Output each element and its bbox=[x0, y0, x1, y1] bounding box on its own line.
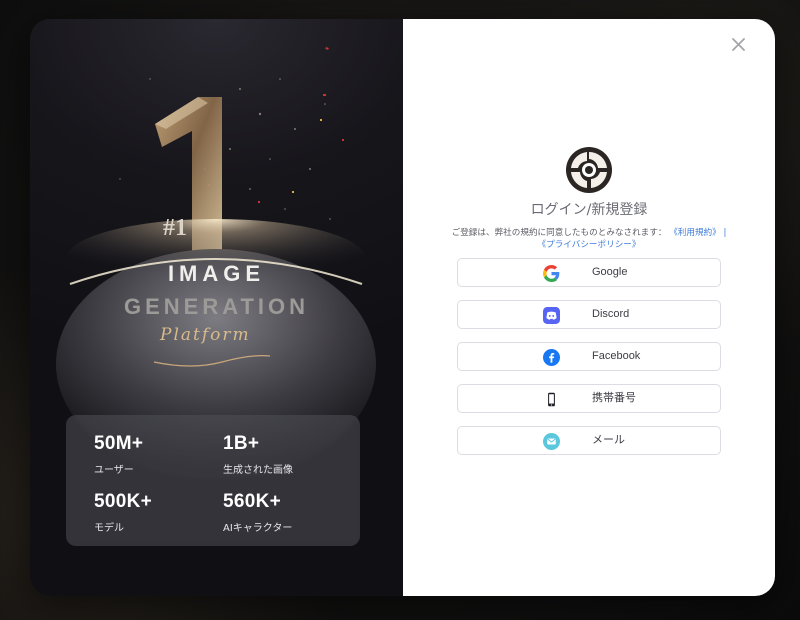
terms-link[interactable]: 《利用規約》 bbox=[669, 228, 721, 238]
stat-users: 50M+ ユーザー bbox=[94, 433, 143, 476]
hero-rank-text: #1 bbox=[163, 215, 187, 241]
facebook-login-button[interactable]: Facebook bbox=[457, 342, 721, 371]
email-login-label: メール bbox=[592, 434, 625, 446]
stat-characters-label: AIキャラクター bbox=[223, 523, 293, 534]
stat-characters: 560K+ AIキャラクター bbox=[223, 491, 292, 534]
stat-images: 1B+ 生成された画像 bbox=[223, 433, 293, 476]
platform-flourish bbox=[153, 355, 271, 367]
phone-icon bbox=[543, 391, 560, 408]
stat-models: 500K+ モデル bbox=[94, 491, 152, 534]
phone-login-label: 携帯番号 bbox=[592, 392, 636, 404]
stat-models-label: モデル bbox=[94, 523, 124, 534]
stat-characters-value: 560K+ bbox=[223, 491, 282, 512]
close-button[interactable] bbox=[729, 35, 747, 53]
auth-panel: ログイン/新規登録 ご登録は、弊社の規約に同意したものとみなされます： 《利用規… bbox=[403, 19, 775, 596]
google-icon bbox=[543, 265, 560, 282]
close-icon bbox=[731, 37, 745, 51]
confetti bbox=[208, 47, 344, 203]
hero-line-image: IMAGE bbox=[167, 261, 266, 286]
email-icon bbox=[543, 433, 560, 450]
google-login-label: Google bbox=[592, 266, 628, 278]
stat-users-label: ユーザー bbox=[94, 465, 134, 476]
discord-icon bbox=[543, 307, 560, 324]
stat-users-value: 50M+ bbox=[94, 433, 144, 454]
hero-line-generation: GENERATION bbox=[123, 294, 310, 319]
stats-card: 50M+ ユーザー 1B+ 生成された画像 500K+ モデル 560K+ AI… bbox=[66, 415, 360, 546]
promo-panel: #1 IMAGE GENERATION Platform 50M+ ユーザー 1… bbox=[30, 19, 403, 596]
login-modal: #1 IMAGE GENERATION Platform 50M+ ユーザー 1… bbox=[30, 19, 775, 596]
email-login-button[interactable]: メール bbox=[457, 426, 721, 455]
facebook-icon bbox=[543, 349, 560, 366]
stat-images-value: 1B+ bbox=[223, 433, 260, 454]
phone-login-button[interactable]: 携帯番号 bbox=[457, 384, 721, 413]
auth-title: ログイン/新規登録 bbox=[530, 202, 648, 218]
stat-models-value: 500K+ bbox=[94, 491, 153, 512]
link-separator: | bbox=[723, 228, 727, 238]
consent-sentence: ご登録は、弊社の規約に同意したものとみなされます： bbox=[451, 228, 667, 238]
hero-line-platform: Platform bbox=[160, 325, 251, 345]
brand-logo bbox=[566, 147, 612, 193]
discord-login-button[interactable]: Discord bbox=[457, 300, 721, 329]
google-login-button[interactable]: Google bbox=[457, 258, 721, 287]
facebook-login-label: Facebook bbox=[592, 350, 641, 362]
stat-images-label: 生成された画像 bbox=[223, 465, 293, 476]
consent-text: ご登録は、弊社の規約に同意したものとみなされます： 《利用規約》 | 《プライバ… bbox=[423, 227, 755, 251]
privacy-link[interactable]: 《プライバシーポリシー》 bbox=[538, 240, 641, 250]
discord-login-label: Discord bbox=[592, 308, 630, 320]
